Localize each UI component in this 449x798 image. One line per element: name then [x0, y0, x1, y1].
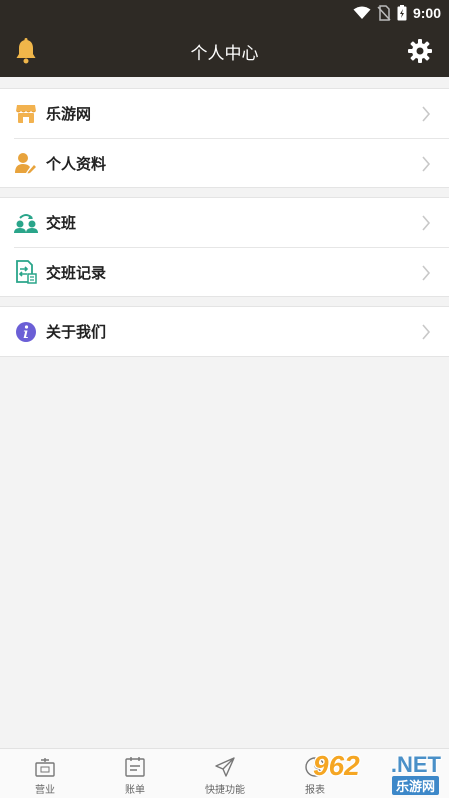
shift-record-icon	[14, 260, 38, 284]
menu-item-label: 交班记录	[46, 263, 107, 282]
user-edit-icon	[14, 151, 38, 175]
status-bar: 9:00	[0, 0, 449, 25]
menu-group-account: 乐游网 个人资料	[0, 88, 449, 188]
app-bar: 个人中心	[0, 25, 449, 77]
shift-swap-icon	[14, 211, 38, 235]
register-icon	[35, 758, 55, 777]
gear-icon[interactable]	[407, 38, 433, 64]
watermark-number: 962	[313, 750, 360, 781]
info-icon	[14, 320, 38, 344]
menu-item-about-us[interactable]: 关于我们	[0, 307, 449, 356]
chevron-right-icon	[422, 324, 431, 340]
wifi-icon	[353, 6, 371, 19]
menu-item-label: 关于我们	[46, 323, 107, 341]
tab-business[interactable]: 营业	[0, 749, 90, 798]
battery-charging-icon	[397, 4, 407, 20]
menu-item-leyou[interactable]: 乐游网	[0, 89, 449, 138]
chevron-right-icon	[422, 156, 431, 172]
watermark-name: 乐游网	[391, 776, 439, 795]
tab-bills[interactable]: 账单	[90, 749, 180, 798]
chevron-right-icon	[422, 106, 431, 122]
menu-item-profile[interactable]: 个人资料	[14, 138, 449, 187]
no-sim-icon	[377, 4, 391, 21]
menu-item-label: 乐游网	[46, 105, 92, 123]
send-icon	[215, 757, 235, 777]
bill-icon	[125, 757, 145, 777]
menu-item-shift-records[interactable]: 交班记录	[14, 247, 449, 296]
chevron-right-icon	[422, 265, 431, 281]
page-title: 个人中心	[190, 43, 259, 64]
status-time: 9:00	[412, 4, 441, 21]
tab-label: 快捷功能	[205, 785, 245, 796]
tab-quick-functions[interactable]: 快捷功能	[180, 749, 270, 798]
menu-group-about: 关于我们	[0, 306, 449, 357]
store-icon	[14, 102, 38, 126]
watermark-domain: .NET	[390, 752, 441, 777]
menu-item-shift-handover[interactable]: 交班	[0, 198, 449, 247]
menu-item-label: 交班	[46, 214, 77, 232]
menu-group-shift: 交班 交班记录	[0, 197, 449, 297]
bell-icon[interactable]	[14, 38, 38, 64]
chevron-right-icon	[422, 215, 431, 231]
tab-label: 账单	[125, 785, 145, 796]
tab-label: 营业	[35, 785, 55, 796]
watermark-logo: 962 .NET 乐游网	[305, 750, 443, 795]
menu-item-label: 个人资料	[46, 154, 107, 173]
